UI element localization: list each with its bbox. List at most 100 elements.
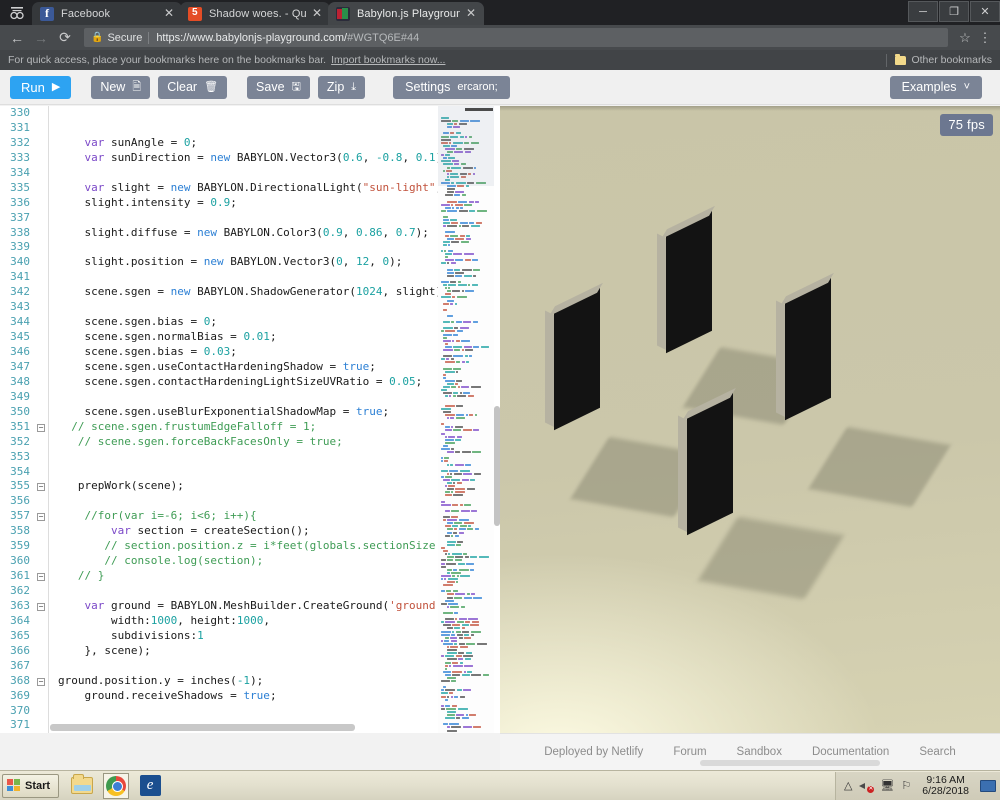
code-line[interactable]: 345 scene.sgen.normalBias = 0.01; [0,330,438,345]
code-line[interactable]: 363− var ground = BABYLON.MeshBuilder.Cr… [0,598,438,614]
examples-button[interactable]: Examples ˅ [889,75,982,99]
code-line[interactable]: 358 var section = createSection(); [0,524,438,540]
code-line[interactable]: 365 subdivisions:1 [0,628,438,644]
volume-muted-icon[interactable]: ✕ [859,780,875,793]
tab-close-icon[interactable]: ✕ [310,6,324,21]
run-button[interactable]: Run ▶ [10,75,72,99]
editor-horizontal-scrollbar[interactable] [50,724,355,731]
maximize-button[interactable]: ❐ [939,1,969,22]
footer-link-search[interactable]: Search [919,746,955,758]
line-number: 358 [10,524,30,538]
editor-minimap[interactable] [438,106,494,733]
code-line[interactable]: 351− // scene.sgen.frustumEdgeFalloff = … [0,419,438,435]
minimize-button[interactable]: ─ [908,1,938,22]
code-line[interactable]: 350 scene.sgen.useBlurExponentialShadowM… [0,404,438,420]
code-line[interactable]: 340 slight.position = new BABYLON.Vector… [0,255,438,271]
settings-button[interactable]: Settings ercaron; [393,75,510,99]
code-line[interactable]: 336 slight.intensity = 0.9; [0,195,438,211]
close-button[interactable]: ✕ [970,1,1000,22]
code-fold-spacer [34,465,48,480]
code-line[interactable]: 369 ground.receiveShadows = true; [0,688,438,704]
code-line[interactable]: 360 // console.log(section); [0,554,438,570]
taskbar-clock[interactable]: 9:16 AM 6/28/2018 [922,774,969,797]
code-line[interactable]: 333 var sunDirection = new BABYLON.Vecto… [0,150,438,166]
zip-button[interactable]: Zip ⤓ [317,75,366,99]
forward-icon[interactable]: → [30,27,52,49]
code-line[interactable]: 347 scene.sgen.useContactHardeningShadow… [0,359,438,375]
code-line[interactable]: 352 // scene.sgen.forceBackFacesOnly = t… [0,434,438,450]
show-desktop-icon[interactable] [980,779,996,792]
import-bookmarks-link[interactable]: Import bookmarks now... [331,54,445,66]
taskbar-ie-button[interactable]: e [137,773,163,799]
start-button[interactable]: Start [2,773,60,798]
tab-close-icon[interactable]: ✕ [162,6,176,21]
code-fold-icon[interactable]: − [34,479,48,494]
code-fold-icon[interactable]: − [34,420,48,435]
babylon-3d-canvas[interactable]: 75 fps [500,106,1000,733]
code-fold-icon[interactable]: − [34,674,48,689]
browser-tab-babylonjs-playground[interactable]: Babylon.js Playground ✕ [328,2,484,25]
code-line[interactable]: 341 [0,270,438,286]
code-line[interactable]: 355− prepWork(scene); [0,479,438,495]
chrome-app-menu-icon[interactable] [6,2,28,23]
code-fold-spacer [34,330,48,345]
footer-link-deployed-by-netlify[interactable]: Deployed by Netlify [544,746,643,758]
code-line[interactable]: 362 [0,584,438,599]
code-fold-icon[interactable]: − [34,509,48,524]
code-line[interactable]: 367 [0,658,438,674]
code-fold-icon[interactable]: − [34,599,48,614]
code-line[interactable]: 334 [0,165,438,181]
code-line[interactable]: 361− // } [0,569,438,584]
network-icon[interactable]: 🖥 [880,779,894,792]
flag-icon[interactable]: ⚐ [901,779,911,792]
page-horizontal-scrollbar[interactable] [700,760,880,766]
address-bar[interactable]: 🔒 Secure https://www.babylonjs-playgroun… [84,28,948,47]
code-line[interactable]: 354 [0,464,438,480]
code-line[interactable]: 364 width:1000, height:1000, [0,613,438,629]
code-line[interactable]: 331 [0,120,438,136]
code-line[interactable]: 353 [0,449,438,465]
chevron-up-icon[interactable]: △ [844,779,852,792]
line-number: 331 [10,120,30,134]
code-line[interactable]: 337 [0,210,438,226]
code-line[interactable]: 359 // section.position.z = i*feet(globa… [0,539,438,555]
code-line[interactable]: 342 scene.sgen = new BABYLON.ShadowGener… [0,285,438,301]
code-line[interactable]: 343 [0,300,438,316]
code-fold-icon[interactable]: − [34,569,48,584]
code-line[interactable]: 356 [0,494,438,510]
footer-link-sandbox[interactable]: Sandbox [737,746,782,758]
reload-icon[interactable]: ⟳ [54,27,76,49]
code-line[interactable]: 366 }, scene); [0,643,438,659]
browser-tab-shadow-woes[interactable]: Shadow woes. - Questions ✕ [180,2,330,25]
code-line[interactable]: 335 var slight = new BABYLON.Directional… [0,180,438,196]
save-button[interactable]: Save 🖫 [247,75,310,99]
code-line[interactable]: 338 slight.diffuse = new BABYLON.Color3(… [0,225,438,241]
footer-link-forum[interactable]: Forum [673,746,706,758]
code-line[interactable]: 344 scene.sgen.bias = 0; [0,315,438,331]
bookmark-star-icon[interactable]: ☆ [954,30,976,46]
gutter-divider [48,688,49,704]
chrome-menu-icon[interactable]: ⋮ [976,31,994,44]
code-line[interactable]: 348 scene.sgen.contactHardeningLightSize… [0,374,438,390]
minimap-viewport-slider[interactable] [438,106,494,186]
other-bookmarks-group[interactable]: Other bookmarks [886,53,992,67]
taskbar-folder-button[interactable] [69,773,95,799]
code-lines[interactable]: 330 331 332 var sunAngle = 0; 333 var sunDi… [0,106,438,733]
code-line[interactable]: 357− //for(var i=-6; i<6; i++){ [0,509,438,525]
code-line[interactable]: 332 var sunAngle = 0; [0,135,438,151]
code-line[interactable]: 330 [0,106,438,121]
code-line[interactable]: 346 scene.sgen.bias = 0.03; [0,345,438,360]
code-line[interactable]: 349 [0,389,438,405]
code-fold-spacer [34,285,48,300]
footer-link-documentation[interactable]: Documentation [812,746,889,758]
code-line[interactable]: 370 [0,703,438,719]
code-editor[interactable]: 330 331 332 var sunAngle = 0; 333 var sunDi… [0,106,500,733]
clear-button[interactable]: Clear 🗑 [158,75,228,99]
taskbar-chrome-button[interactable] [103,772,130,799]
browser-tab-facebook[interactable]: Facebook ✕ [32,2,182,25]
code-line[interactable]: 368− ground.position.y = inches(-1); [0,673,438,689]
tab-close-icon[interactable]: ✕ [464,6,478,21]
new-button[interactable]: New 🗎 [91,75,151,99]
back-icon[interactable]: ← [6,27,28,49]
code-line[interactable]: 339 [0,240,438,256]
